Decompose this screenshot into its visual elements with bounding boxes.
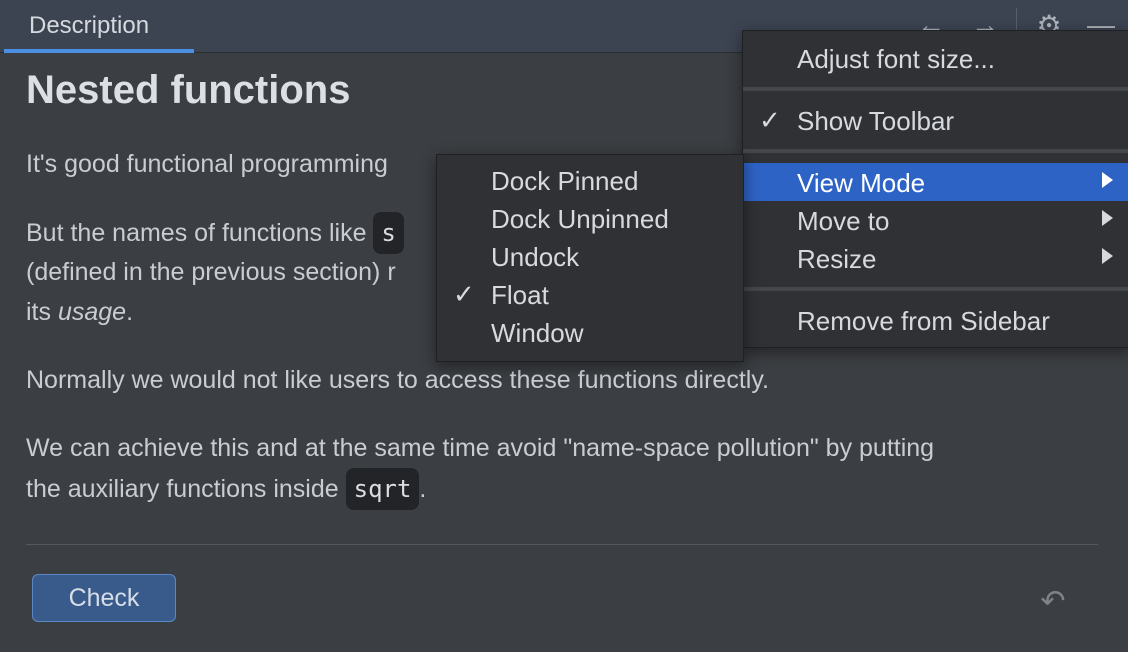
menu-item-label: Move to: [797, 206, 890, 236]
menu-item-label: Remove from Sidebar: [797, 306, 1050, 336]
inline-code-sqrt: sqrt: [345, 468, 420, 510]
submenu-arrow-icon: [1102, 248, 1113, 264]
paragraph-4-suffix: .: [419, 475, 427, 503]
check-button[interactable]: Check: [32, 574, 176, 622]
tab-description-label: Description: [29, 12, 150, 39]
submenu-item-window[interactable]: Window: [437, 313, 743, 351]
tab-description[interactable]: Description: [4, 0, 194, 53]
paragraph-2-suffix: .: [126, 298, 134, 326]
active-tab-indicator: [4, 49, 194, 53]
page-title: Nested functions: [26, 68, 351, 112]
submenu-item-dock-pinned[interactable]: Dock Pinned: [437, 161, 743, 199]
submenu-item-label: Window: [491, 318, 584, 348]
options-menu: Adjust font size... ✓ Show Toolbar View …: [742, 30, 1128, 348]
paragraph-2-prefix: its: [26, 298, 58, 326]
menu-separator: [743, 287, 1128, 291]
menu-item-label: Resize: [797, 244, 877, 274]
submenu-item-label: Dock Pinned: [491, 166, 639, 196]
undo-icon[interactable]: ↶: [1036, 584, 1070, 618]
paragraph-4-line-1: We can achieve this and at the same time…: [26, 434, 935, 462]
submenu-item-dock-unpinned[interactable]: Dock Unpinned: [437, 199, 743, 237]
emphasis-usage: usage: [57, 298, 127, 326]
menu-item-move-to[interactable]: Move to: [743, 201, 1128, 239]
menu-separator: [743, 87, 1128, 91]
inline-code: s: [373, 212, 404, 254]
submenu-item-label: Float: [491, 280, 549, 310]
submenu-item-undock[interactable]: Undock: [437, 237, 743, 275]
menu-item-label: Show Toolbar: [797, 106, 955, 136]
footer-divider: [26, 544, 1098, 545]
paragraph-4-line-2: the auxiliary functions inside sqrt.: [26, 468, 426, 510]
submenu-arrow-icon: [1102, 210, 1113, 226]
submenu-item-float[interactable]: ✓ Float: [437, 275, 743, 313]
paragraph-1: It's good functional programming: [26, 150, 388, 178]
menu-item-label: Adjust font size...: [797, 44, 995, 74]
submenu-item-label: Undock: [491, 242, 580, 272]
paragraph-2-text: But the names of functions like: [26, 219, 367, 247]
menu-item-remove-from-sidebar[interactable]: Remove from Sidebar: [743, 301, 1128, 339]
paragraph-4-prefix: the auxiliary functions inside: [26, 475, 339, 503]
submenu-item-label: Dock Unpinned: [491, 204, 669, 234]
submenu-arrow-icon: [1102, 172, 1113, 188]
view-mode-submenu: Dock Pinned Dock Unpinned Undock ✓ Float…: [436, 154, 744, 362]
menu-item-label: View Mode: [797, 168, 926, 198]
paragraph-3: Normally we would not like users to acce…: [26, 366, 769, 394]
checkmark-icon: ✓: [759, 105, 781, 135]
menu-item-show-toolbar[interactable]: ✓ Show Toolbar: [743, 101, 1128, 139]
paragraph-2-line-2: (defined in the previous section) r: [26, 258, 396, 286]
menu-item-resize[interactable]: Resize: [743, 239, 1128, 277]
menu-item-view-mode[interactable]: View Mode: [743, 163, 1128, 201]
checkmark-icon: ✓: [453, 279, 475, 309]
paragraph-2-line-1: But the names of functions like s: [26, 212, 404, 254]
paragraph-2-line-3: its usage.: [26, 292, 133, 332]
menu-separator: [743, 149, 1128, 153]
menu-item-adjust-font-size[interactable]: Adjust font size...: [743, 39, 1128, 77]
